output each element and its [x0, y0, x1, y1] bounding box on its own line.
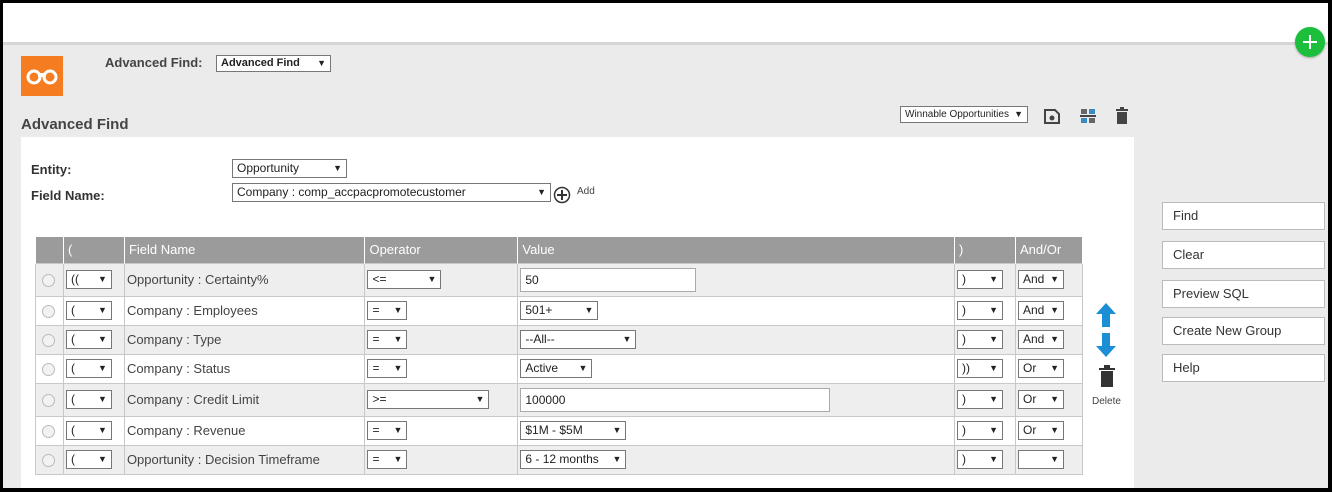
save-search-icon[interactable] [1043, 107, 1061, 125]
value-input[interactable]: 100000 [520, 387, 831, 412]
header-operator: Operator [364, 237, 519, 263]
close-paren-select[interactable]: ) [957, 330, 1004, 349]
value-select[interactable]: 501+ [520, 301, 599, 320]
operator-select[interactable]: = [367, 450, 408, 469]
plus-icon[interactable] [1295, 27, 1325, 57]
open-paren-select[interactable]: ( [65, 359, 112, 378]
header-select [35, 237, 64, 263]
table-row: ( Company : Type = --All-- ) And [35, 324, 1083, 355]
operator-select[interactable]: = [367, 301, 408, 320]
advanced-find-select[interactable]: Advanced Find [216, 55, 331, 72]
add-circle-icon[interactable] [553, 186, 571, 204]
and-or-select[interactable]: Or [1018, 359, 1064, 378]
open-paren-select[interactable]: ( [65, 330, 112, 349]
app-frame: Advanced Find: Advanced Find Advanced Fi… [3, 3, 1328, 488]
preview-sql-button[interactable]: Preview SQL [1162, 280, 1325, 308]
operator-select[interactable]: >= [367, 390, 490, 409]
and-or-select[interactable] [1018, 450, 1064, 469]
row-radio[interactable] [42, 305, 55, 319]
value-select[interactable]: 6 - 12 months [520, 450, 627, 469]
value-select[interactable]: $1M - $5M [520, 421, 627, 440]
close-paren-select[interactable]: ) [957, 301, 1004, 320]
open-paren-select[interactable]: ( [65, 450, 112, 469]
table-row: ( Company : Credit Limit >= 100000 ) Or [35, 382, 1083, 417]
operator-select[interactable]: = [367, 359, 408, 378]
open-paren-select[interactable]: ( [65, 421, 112, 440]
header-close-paren: ) [954, 237, 1016, 263]
row-radio[interactable] [42, 334, 55, 348]
saved-search-select[interactable]: Winnable Opportunities [900, 106, 1028, 123]
table-header: ( Field Name Operator Value ) And/Or [35, 237, 1083, 263]
trash-icon[interactable] [1113, 107, 1131, 125]
and-or-select[interactable]: And [1018, 330, 1064, 349]
binoculars-icon [21, 56, 63, 96]
table-row: ( Company : Status = Active )) Or [35, 353, 1083, 384]
table-row: (( Opportunity : Certainty% <= 50 ) And [35, 262, 1083, 297]
create-new-group-button[interactable]: Create New Group [1162, 317, 1325, 345]
and-or-select[interactable]: Or [1018, 390, 1064, 409]
entity-label: Entity: [31, 162, 72, 177]
help-button[interactable]: Help [1162, 354, 1325, 382]
table-row: ( Company : Employees = 501+ ) And [35, 295, 1083, 326]
header-value: Value [517, 237, 956, 263]
table-row: ( Opportunity : Decision Timeframe = 6 -… [35, 444, 1083, 475]
close-paren-select[interactable]: ) [957, 450, 1004, 469]
arrow-up-icon[interactable] [1095, 303, 1117, 330]
field-name-label: Field Name: [31, 188, 105, 203]
value-select[interactable]: Active [520, 359, 593, 378]
close-paren-select[interactable]: ) [957, 421, 1004, 440]
entity-select[interactable]: Opportunity [232, 159, 347, 178]
header-and-or: And/Or [1015, 237, 1083, 263]
row-radio[interactable] [42, 454, 55, 468]
top-bar [3, 3, 1328, 45]
value-input[interactable]: 50 [520, 267, 697, 292]
close-paren-select[interactable]: ) [957, 270, 1004, 289]
close-paren-select[interactable]: )) [957, 359, 1004, 378]
field-name-cell: Company : Type [123, 324, 366, 355]
arrow-down-icon[interactable] [1095, 333, 1117, 360]
field-name-cell: Company : Status [123, 353, 366, 384]
page-title: Advanced Find [21, 116, 129, 133]
operator-select[interactable]: <= [367, 270, 442, 289]
field-name-cell: Opportunity : Decision Timeframe [123, 444, 366, 475]
close-paren-select[interactable]: ) [957, 390, 1004, 409]
header-open-paren: ( [62, 237, 125, 263]
operator-select[interactable]: = [367, 421, 408, 440]
trash-icon[interactable] [1098, 365, 1116, 390]
table-row: ( Company : Revenue = $1M - $5M ) Or [35, 415, 1083, 446]
criteria-table: ( Field Name Operator Value ) And/Or (( … [35, 237, 1083, 475]
value-select[interactable]: --All-- [520, 330, 637, 349]
delete-label[interactable]: Delete [1092, 396, 1121, 407]
open-paren-select[interactable]: ( [65, 390, 112, 409]
add-label[interactable]: Add [577, 186, 595, 197]
field-name-cell: Company : Credit Limit [123, 382, 366, 417]
field-name-cell: Opportunity : Certainty% [123, 262, 366, 297]
row-radio[interactable] [42, 363, 55, 377]
row-radio[interactable] [42, 425, 55, 439]
operator-select[interactable]: = [367, 330, 408, 349]
header-field-name: Field Name [123, 237, 366, 263]
and-or-select[interactable]: And [1018, 270, 1064, 289]
row-radio[interactable] [42, 274, 55, 288]
find-button[interactable]: Find [1162, 202, 1325, 230]
field-name-select[interactable]: Company : comp_accpacpromotecustomer [232, 183, 551, 202]
open-paren-select[interactable]: (( [65, 270, 112, 289]
search-panel: Entity: Opportunity Field Name: Company … [21, 137, 1134, 488]
row-radio[interactable] [42, 394, 55, 408]
field-name-cell: Company : Employees [123, 295, 366, 326]
advanced-find-label: Advanced Find: [105, 55, 203, 70]
open-paren-select[interactable]: ( [65, 301, 112, 320]
group-icon[interactable] [1079, 107, 1097, 125]
and-or-select[interactable]: Or [1018, 421, 1064, 440]
and-or-select[interactable]: And [1018, 301, 1064, 320]
field-name-cell: Company : Revenue [123, 415, 366, 446]
clear-button[interactable]: Clear [1162, 241, 1325, 269]
